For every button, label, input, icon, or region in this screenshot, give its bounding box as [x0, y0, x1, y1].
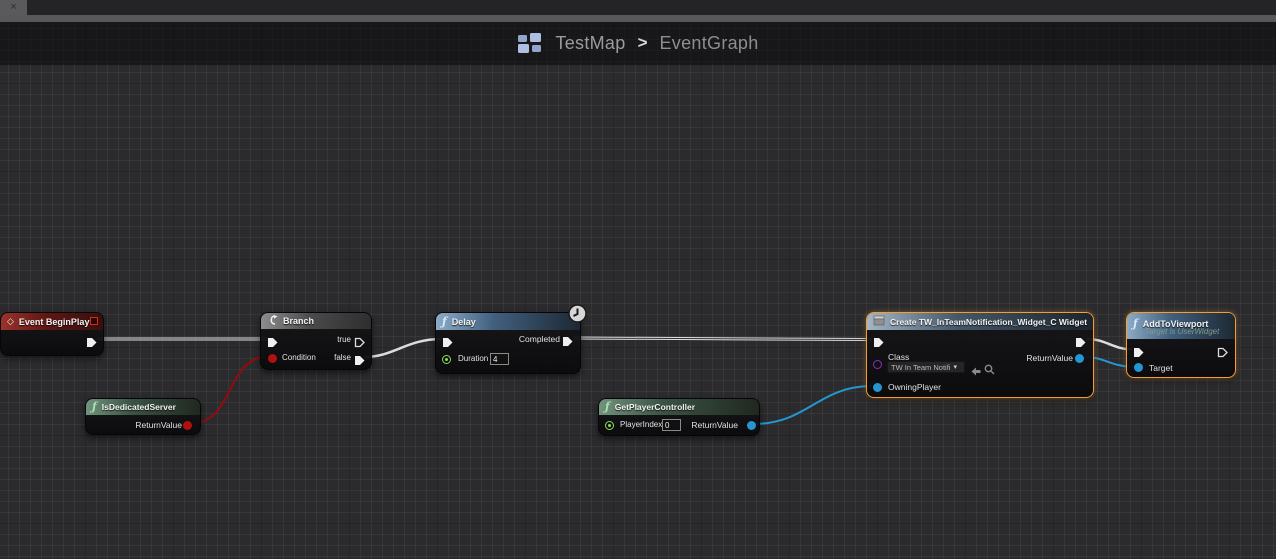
node-event-beginplay[interactable]: ◇ Event BeginPlay [0, 312, 104, 356]
node-branch[interactable]: Branch Condition true false [260, 312, 372, 370]
condition-pin[interactable] [268, 353, 277, 363]
class-select-dropdown[interactable]: TW In Team Notifi ▾ [887, 361, 965, 373]
class-selected-value: TW In Team Notifi [891, 362, 951, 372]
function-icon: ƒ [442, 314, 447, 328]
exec-in-pin[interactable] [442, 335, 454, 353]
tab-bar: × [0, 0, 1276, 15]
browse-icon[interactable] [984, 362, 995, 380]
use-asset-icon[interactable] [971, 363, 981, 381]
completed-exec-out-pin[interactable] [562, 334, 574, 352]
widget-icon [873, 313, 885, 330]
node-title: IsDedicatedServer [101, 402, 176, 412]
wire-layer [97, 336, 1134, 425]
bool-out-pin[interactable] [183, 420, 192, 430]
event-icon: ◇ [7, 316, 14, 326]
duration-value-input[interactable] [490, 353, 509, 365]
playerindex-pin[interactable] [605, 420, 614, 430]
duration-pin[interactable] [442, 354, 451, 364]
node-isdedicatedserver-header: ƒ IsDedicatedServer [86, 399, 200, 415]
exec-in-pin[interactable] [873, 335, 885, 353]
object-out-pin[interactable] [1075, 353, 1084, 363]
node-event-beginplay-header: ◇ Event BeginPlay [1, 313, 103, 330]
exec-out-pin[interactable] [1075, 335, 1087, 353]
playerindex-pin-label: PlayerIndex [620, 420, 663, 429]
object-out-pin[interactable] [747, 420, 756, 430]
node-title: Create TW_InTeamNotification_Widget_C Wi… [890, 316, 1088, 327]
class-pin[interactable] [873, 359, 882, 369]
duration-pin-label: Duration [458, 354, 489, 363]
node-delay[interactable]: ƒ Delay Duration Completed [435, 304, 587, 374]
caret-down-icon: ▾ [953, 364, 957, 371]
tab-close-button[interactable]: × [0, 0, 27, 15]
condition-pin-label: Condition [282, 353, 316, 362]
false-pin-label: false [334, 353, 351, 362]
node-title: Event BeginPlay [18, 316, 90, 327]
node-create-widget[interactable]: Create TW_InTeamNotification_Widget_C Wi… [866, 312, 1094, 398]
returnvalue-pin-label: ReturnValue [135, 420, 182, 430]
node-isdedicatedserver[interactable]: ƒ IsDedicatedServer ReturnValue [85, 398, 201, 435]
node-title: Branch [283, 316, 315, 326]
true-pin-label: true [337, 334, 351, 344]
node-getplayercontroller[interactable]: ƒ GetPlayerController PlayerIndex Return… [598, 398, 760, 436]
playerindex-value-input[interactable] [662, 419, 681, 431]
node-getplayercontroller-header: ƒ GetPlayerController [599, 399, 759, 415]
returnvalue-pin-label: ReturnValue [691, 420, 738, 430]
node-addtoviewport[interactable]: ƒ AddToViewport Target is UserWidget Tar… [1126, 312, 1236, 378]
node-title: GetPlayerController [614, 402, 696, 412]
function-icon: ƒ [605, 400, 610, 413]
exec-in-pin[interactable] [1133, 345, 1145, 363]
node-title: Delay [451, 316, 476, 327]
true-exec-out-pin[interactable] [354, 335, 366, 353]
target-pin[interactable] [1134, 363, 1143, 372]
owningplayer-pin[interactable] [873, 382, 882, 392]
exec-out-pin[interactable] [1217, 345, 1229, 363]
returnvalue-pin-label: ReturnValue [1026, 353, 1073, 363]
node-addtoviewport-header: ƒ AddToViewport Target is UserWidget [1127, 313, 1235, 339]
blueprint-editor-window: × TestMap > EventGraph ◇ Event BeginPlay… [0, 0, 1276, 559]
node-branch-header: Branch [261, 313, 371, 329]
exec-in-pin[interactable] [267, 335, 279, 353]
completed-pin-label: Completed [518, 334, 560, 344]
exec-out-pin[interactable] [86, 335, 98, 353]
node-create-widget-header: Create TW_InTeamNotification_Widget_C Wi… [867, 313, 1093, 330]
delegate-pin[interactable] [90, 317, 98, 325]
function-icon: ƒ [92, 400, 97, 413]
owningplayer-pin-label: OwningPlayer [888, 382, 941, 392]
target-pin-label: Target [1149, 362, 1173, 373]
node-subtitle: Target is UserWidget [1145, 326, 1220, 336]
function-icon: ƒ [1133, 316, 1138, 330]
wire-exec-false-delay[interactable] [364, 337, 442, 359]
close-icon: × [10, 1, 17, 13]
wire-object-playercontroller-owningplayer[interactable] [752, 385, 873, 425]
clock-icon [568, 304, 587, 328]
branch-icon [267, 313, 278, 329]
node-delay-header: ƒ Delay [436, 313, 580, 330]
wire-bool-isdedicatedserver-condition[interactable] [189, 356, 268, 425]
dock-splitter[interactable] [0, 15, 1276, 22]
false-exec-out-pin[interactable] [354, 353, 366, 371]
